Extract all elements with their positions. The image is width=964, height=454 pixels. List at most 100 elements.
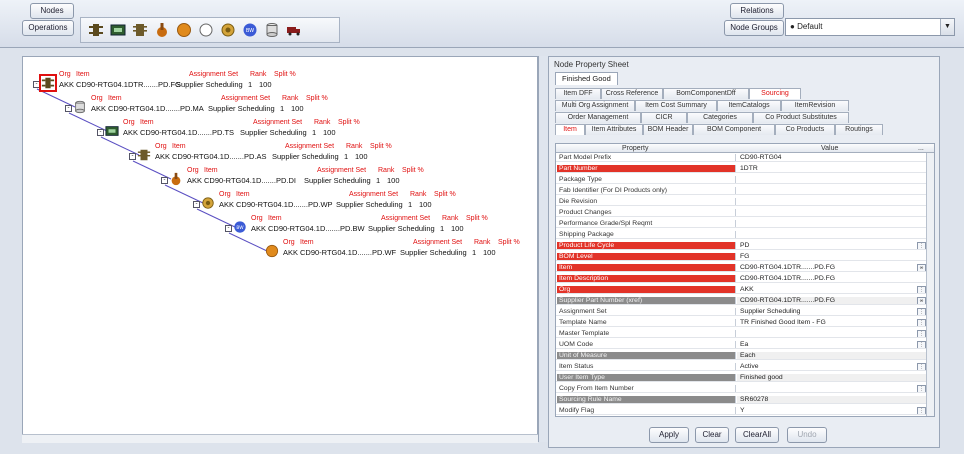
list-of-values-icon[interactable]: ⋮ [917, 341, 926, 349]
operations-button[interactable]: Operations [22, 20, 74, 36]
clear-button[interactable]: Clear [695, 427, 729, 443]
gear-icon[interactable] [219, 21, 237, 39]
tab-categories[interactable]: Categories [687, 112, 753, 123]
property-row[interactable]: Org AKK ⋮ [556, 286, 927, 295]
property-value[interactable] [737, 209, 927, 217]
property-row[interactable]: Item Description CD90-RTG04.1DTR.......PD… [556, 275, 927, 284]
property-value[interactable]: ⋮ [737, 385, 927, 393]
property-value[interactable]: TR Finished Good Item - FG ⋮ [737, 319, 927, 327]
property-row[interactable]: Item Status Active ⋮ [556, 363, 927, 372]
chevron-down-icon[interactable]: ▼ [940, 19, 954, 35]
property-value[interactable]: Y ⋮ [737, 407, 927, 415]
property-row[interactable]: Product Life Cycle PD ⋮ [556, 242, 927, 251]
tree-horizontal-scrollbar[interactable] [22, 434, 538, 443]
property-value[interactable]: ⋮ [737, 330, 927, 338]
tab-bom-component[interactable]: BOM Component [693, 124, 775, 135]
property-value[interactable] [737, 198, 927, 206]
undo-button[interactable]: Undo [787, 427, 827, 443]
component-icon[interactable] [87, 21, 105, 39]
property-row[interactable]: BOM Level FG [556, 253, 927, 262]
board-icon[interactable] [109, 21, 127, 39]
tab-cicr[interactable]: CICR [641, 112, 687, 123]
property-row[interactable]: Fab Identifier (For DI Products only) [556, 187, 927, 196]
property-row[interactable]: Sourcing Rule Name SR60278 [556, 396, 927, 405]
property-value[interactable]: 1DTR [737, 165, 927, 173]
expand-toggle-icon[interactable]: - [193, 201, 200, 208]
property-value[interactable] [737, 220, 927, 228]
tab-routings[interactable]: Routings [835, 124, 883, 135]
property-row[interactable]: Template Name TR Finished Good Item - FG ⋮ [556, 319, 927, 328]
property-value[interactable]: SR60278 [737, 396, 927, 404]
property-value[interactable] [737, 231, 927, 239]
clear-all-button[interactable]: ClearAll [735, 427, 779, 443]
list-of-values-icon[interactable]: ⋮ [917, 330, 926, 338]
tab-multi-org-assignment[interactable]: Multi Org Assignment [555, 100, 635, 111]
property-value[interactable]: Active ⋮ [737, 363, 927, 371]
property-row[interactable]: Assignment Set Supplier Scheduling ⋮ [556, 308, 927, 317]
property-row[interactable]: UOM Code Ea ⋮ [556, 341, 927, 350]
tab-itemcatalogs[interactable]: ItemCatalogs [717, 100, 781, 111]
property-value[interactable]: CD90-RTG04.1DTR.......PD.FG [737, 275, 927, 283]
truck-icon[interactable] [285, 21, 303, 39]
tab-bom-header[interactable]: BOM Header [643, 124, 693, 135]
link-icon[interactable]: ∞ [917, 297, 926, 305]
expand-toggle-icon[interactable]: - [161, 177, 168, 184]
tab-itemrevision[interactable]: ItemRevision [781, 100, 849, 111]
property-row[interactable]: Copy From Item Number ⋮ [556, 385, 927, 394]
expand-toggle-icon[interactable]: - [97, 129, 104, 136]
expand-toggle-icon[interactable]: - [225, 225, 232, 232]
property-row[interactable]: Supplier Part Number (xref) CD90-RTG04.1D… [556, 297, 927, 306]
list-of-values-icon[interactable]: ⋮ [917, 242, 926, 250]
property-row[interactable]: Master Template ⋮ [556, 330, 927, 339]
list-of-values-icon[interactable]: ⋮ [917, 407, 926, 415]
property-row[interactable]: Die Revision [556, 198, 927, 207]
cylinder-icon[interactable] [263, 21, 281, 39]
relations-button[interactable]: Relations [730, 3, 784, 19]
tab-co-product-substitutes[interactable]: Co Product Substitutes [753, 112, 849, 123]
list-of-values-icon[interactable]: ⋮ [917, 363, 926, 371]
property-value[interactable]: PD ⋮ [737, 242, 927, 250]
property-value[interactable]: Each [737, 352, 927, 360]
property-row[interactable]: Unit of Measure Each [556, 352, 927, 361]
property-value[interactable] [737, 176, 927, 184]
list-of-values-icon[interactable]: ⋮ [917, 319, 926, 327]
property-value[interactable]: Supplier Scheduling ⋮ [737, 308, 927, 316]
relations-select[interactable]: ● Default ▼ [785, 18, 955, 36]
expand-toggle-icon[interactable]: - [33, 81, 40, 88]
column-header-value[interactable]: Value [821, 144, 838, 153]
tab-co-products[interactable]: Co Products [775, 124, 835, 135]
property-row[interactable]: Performance Grade/Spl Reqmt [556, 220, 927, 229]
expand-toggle-icon[interactable]: - [129, 153, 136, 160]
tab-bomcomponentdff[interactable]: BomComponentDff [663, 88, 749, 99]
link-icon[interactable]: ∞ [917, 264, 926, 272]
tab-item[interactable]: Item [555, 124, 585, 135]
node-groups-button[interactable]: Node Groups [724, 20, 784, 36]
tab-sourcing[interactable]: Sourcing [749, 88, 801, 99]
tab-item-dff[interactable]: Item DFF [555, 88, 601, 99]
property-row[interactable]: Package Type [556, 176, 927, 185]
property-value[interactable]: AKK ⋮ [737, 286, 927, 294]
list-of-values-icon[interactable]: ⋮ [917, 385, 926, 393]
list-of-values-icon[interactable]: ⋮ [917, 286, 926, 294]
grid-vertical-scrollbar[interactable] [926, 153, 934, 416]
column-header-property[interactable]: Property [622, 144, 648, 153]
property-value[interactable]: FG [737, 253, 927, 261]
property-row[interactable]: Modify Flag Y ⋮ [556, 407, 927, 416]
property-value[interactable]: Finished good [737, 374, 927, 382]
property-row[interactable]: Product Changes [556, 209, 927, 218]
circle-outline-icon[interactable] [197, 21, 215, 39]
column-header-more[interactable]: ... [918, 144, 924, 153]
tab-cross-reference[interactable]: Cross Reference [601, 88, 663, 99]
property-row[interactable]: Part Number 1DTR [556, 165, 927, 174]
property-value[interactable]: CD90-RTG04.1DTR.......PD.FG ∞ [737, 297, 927, 305]
tab-item-attributes[interactable]: Item Attributes [585, 124, 643, 135]
property-row[interactable]: Item CD90-RTG04.1DTR.......PD.FG ∞ [556, 264, 927, 273]
globe-icon[interactable]: BW [241, 21, 259, 39]
property-row[interactable]: Part Model Prefix CD90-RTG04 [556, 154, 927, 163]
list-of-values-icon[interactable]: ⋮ [917, 308, 926, 316]
expand-toggle-icon[interactable]: - [65, 105, 72, 112]
property-row[interactable]: Shipping Package [556, 231, 927, 240]
property-value[interactable] [737, 187, 927, 195]
disc-orange-icon[interactable] [175, 21, 193, 39]
hand-icon[interactable] [153, 21, 171, 39]
